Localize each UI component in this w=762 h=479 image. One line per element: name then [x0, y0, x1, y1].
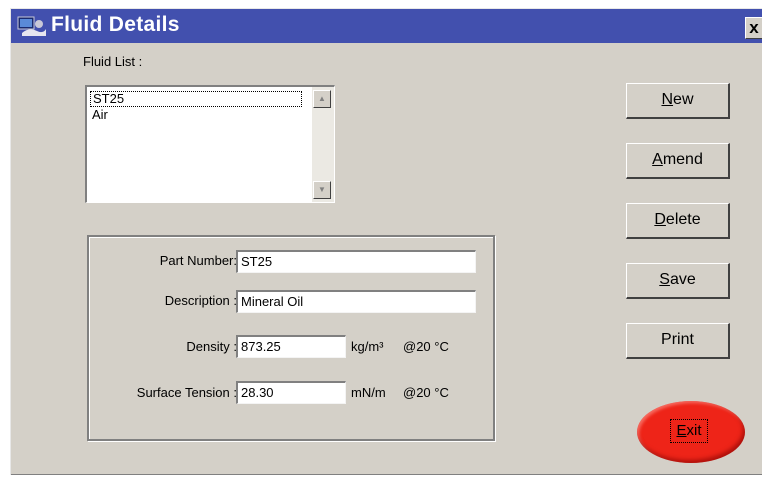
save-button[interactable]: Save: [626, 263, 730, 299]
amend-button[interactable]: Amend: [626, 143, 730, 179]
description-field[interactable]: Mineral Oil: [236, 290, 476, 313]
window-title: Fluid Details: [51, 13, 180, 36]
density-condition: @20 °C: [403, 339, 449, 354]
surface-tension-label: Surface Tension :: [136, 385, 237, 400]
scroll-up-arrow-icon[interactable]: ▲: [313, 90, 331, 108]
exit-button[interactable]: Exit: [637, 401, 745, 463]
part-number-field[interactable]: ST25: [236, 250, 476, 273]
fluid-list-label: Fluid List :: [83, 54, 143, 69]
print-button[interactable]: Print: [626, 323, 730, 359]
surface-tension-unit: mN/m: [351, 385, 386, 400]
amend-mnemonic: A: [652, 151, 663, 168]
part-number-label: Part Number:: [159, 253, 237, 268]
delete-label: elete: [665, 211, 701, 228]
exit-mnemonic: E: [676, 422, 687, 439]
density-field[interactable]: 873.25: [236, 335, 346, 358]
density-unit: kg/m³: [351, 339, 384, 354]
title-bar[interactable]: Fluid Details x: [11, 9, 762, 43]
list-item[interactable]: Air: [90, 107, 302, 123]
fluid-details-window: Fluid Details x Fluid List : ST25 Air ▲ …: [10, 8, 762, 475]
new-mnemonic: N: [661, 91, 674, 108]
delete-button[interactable]: Delete: [626, 203, 730, 239]
exit-label: xit: [686, 422, 702, 439]
surface-tension-field[interactable]: 28.30: [236, 381, 346, 404]
delete-mnemonic: D: [654, 211, 666, 228]
new-button[interactable]: New: [626, 83, 730, 119]
save-label: ave: [669, 271, 696, 288]
fluid-app-icon: [17, 15, 47, 37]
density-label: Density :: [186, 339, 237, 354]
scroll-down-arrow-icon[interactable]: ▼: [313, 181, 331, 199]
new-label: ew: [673, 91, 694, 108]
amend-label: mend: [662, 151, 703, 168]
description-label: Description :: [164, 293, 237, 308]
exit-label-box: Exit: [670, 419, 708, 443]
surface-tension-condition: @20 °C: [403, 385, 449, 400]
fluid-details-group: Part Number: ST25 Description : Mineral …: [87, 235, 495, 441]
close-button[interactable]: x: [745, 17, 762, 39]
list-scrollbar[interactable]: ▲ ▼: [312, 87, 334, 202]
save-mnemonic: S: [659, 271, 670, 288]
fluid-listbox[interactable]: ST25 Air ▲ ▼: [85, 85, 335, 203]
list-item[interactable]: ST25: [90, 91, 302, 107]
